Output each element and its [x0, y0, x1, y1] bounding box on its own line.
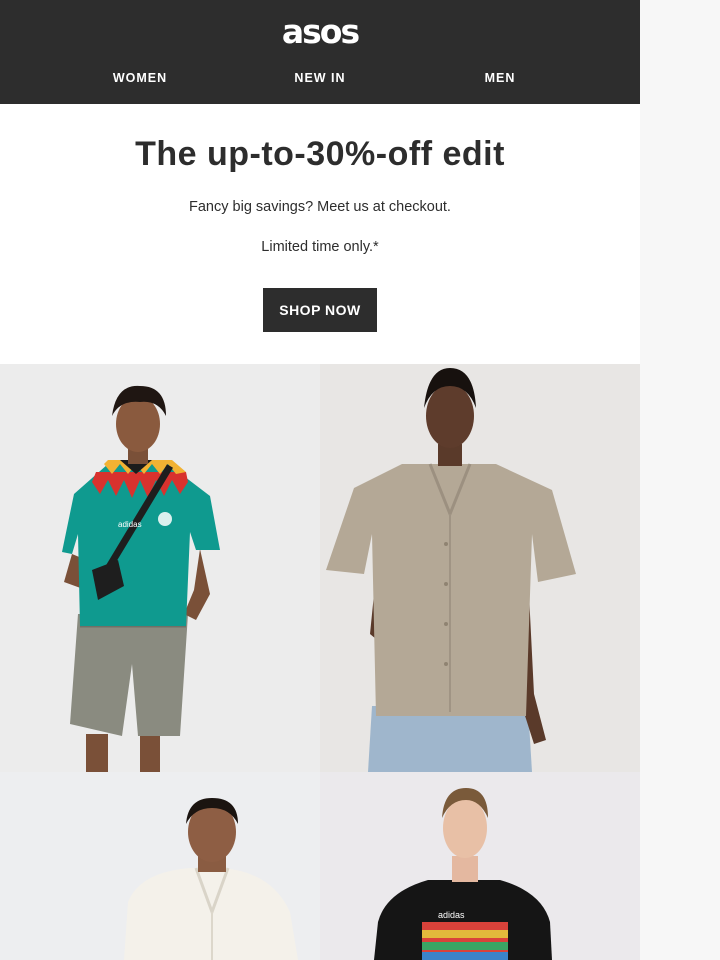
header: asos WOMEN NEW IN MEN: [0, 0, 640, 104]
hero-note: Limited time only.*: [261, 239, 379, 255]
hero-subtitle: Fancy big savings? Meet us at checkout.: [189, 199, 451, 215]
black-tee-photo: adidas: [320, 772, 640, 960]
product-image-beige-shirt[interactable]: [320, 364, 640, 772]
shop-now-button[interactable]: SHOP NOW: [263, 288, 377, 332]
email-body: asos WOMEN NEW IN MEN The up-to-30%-off …: [0, 0, 640, 960]
nav-women[interactable]: WOMEN: [60, 70, 220, 86]
asos-logo[interactable]: asos: [0, 14, 640, 50]
beige-shirt-photo: [320, 364, 640, 772]
main-nav: WOMEN NEW IN MEN: [0, 70, 640, 86]
white-polo-photo: [0, 772, 320, 960]
teal-jersey-photo: adidas: [0, 364, 320, 772]
nav-new-in[interactable]: NEW IN: [240, 70, 400, 86]
nav-men[interactable]: MEN: [420, 70, 580, 86]
product-image-white-polo[interactable]: [0, 772, 320, 960]
product-image-teal-jersey[interactable]: adidas: [0, 364, 320, 772]
product-image-black-tee[interactable]: adidas: [320, 772, 640, 960]
jersey-logo-text: adidas: [118, 520, 142, 529]
hero-title: The up-to-30%-off edit: [135, 135, 505, 173]
tee-logo-text: adidas: [438, 910, 465, 920]
hero-section: The up-to-30%-off edit Fancy big savings…: [0, 104, 640, 364]
